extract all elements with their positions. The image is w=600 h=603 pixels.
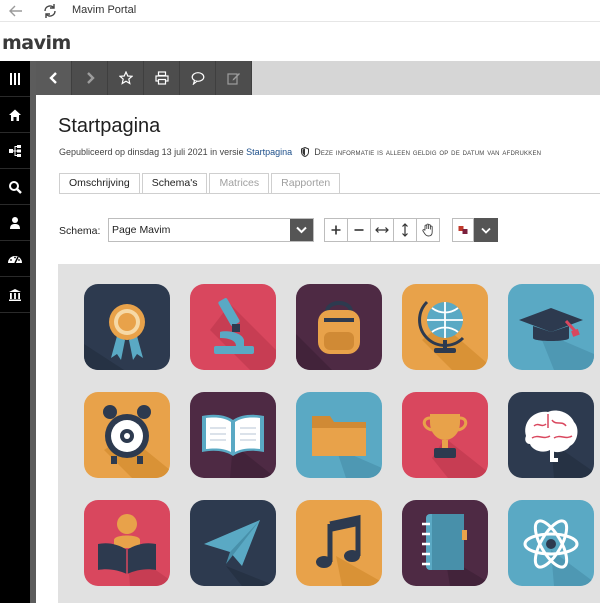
chevron-down-icon — [481, 227, 491, 234]
paper-plane-icon[interactable] — [190, 500, 276, 586]
trophy-icon[interactable] — [402, 392, 488, 478]
schema-label: Schema: — [59, 225, 101, 237]
tabs-divider — [59, 193, 600, 194]
window-title: Mavim Portal — [72, 4, 137, 16]
zoom-out-icon — [354, 229, 364, 231]
fit-height-button[interactable] — [393, 218, 417, 242]
music-note-icon[interactable] — [296, 500, 382, 586]
tab-schemas[interactable]: Schema's — [141, 173, 208, 194]
microscope-icon[interactable] — [190, 284, 276, 370]
edit-icon — [226, 73, 240, 85]
page-title: Startpagina — [58, 115, 161, 137]
version-link[interactable]: Startpagina — [246, 147, 292, 157]
color-picker-icon — [458, 226, 468, 234]
mavim-logo: mavim — [2, 32, 71, 54]
back-button[interactable] — [36, 61, 72, 95]
atom-icon[interactable] — [508, 500, 594, 586]
award-ribbon-icon[interactable] — [84, 284, 170, 370]
shield-icon — [300, 146, 309, 159]
tab-bar: Omschrijving Schema's Matrices Rapporten — [59, 173, 342, 194]
tab-rapporten[interactable]: Rapporten — [271, 173, 341, 194]
zoom-in-button[interactable] — [324, 218, 348, 242]
published-text: Gepubliceerd op dinsdag 13 juli 2021 in … — [59, 147, 244, 157]
refresh-icon[interactable] — [40, 1, 60, 21]
tab-omschrijving[interactable]: Omschrijving — [59, 173, 140, 194]
color-controls — [452, 218, 498, 242]
zoom-out-button[interactable] — [347, 218, 371, 242]
color-picker-button[interactable] — [452, 218, 474, 242]
schema-selected-value: Page Mavim — [112, 224, 171, 236]
menu-icon[interactable] — [0, 61, 30, 97]
publication-info: Gepubliceerd op dinsdag 13 juli 2021 in … — [59, 146, 542, 159]
globe-icon[interactable] — [402, 284, 488, 370]
alarm-clock-icon[interactable] — [84, 392, 170, 478]
comment-button[interactable] — [180, 61, 216, 95]
edit-button[interactable] — [216, 61, 252, 95]
main-content: Startpagina Gepubliceerd op dinsdag 13 j… — [36, 95, 600, 603]
zoom-controls — [324, 218, 440, 242]
institution-icon[interactable] — [0, 277, 30, 313]
zoom-in-icon — [331, 225, 341, 235]
browser-back-icon[interactable] — [6, 1, 26, 21]
back-icon — [48, 72, 57, 84]
backpack-icon[interactable] — [296, 284, 382, 370]
notebook-icon[interactable] — [402, 500, 488, 586]
open-book-icon[interactable] — [190, 392, 276, 478]
tab-matrices[interactable]: Matrices — [209, 173, 270, 194]
pan-button[interactable] — [416, 218, 440, 242]
fit-width-button[interactable] — [370, 218, 394, 242]
folder-icon[interactable] — [296, 392, 382, 478]
forward-icon — [86, 72, 95, 84]
dashboard-icon[interactable] — [0, 241, 30, 277]
print-button[interactable] — [144, 61, 180, 95]
print-icon — [154, 71, 169, 85]
chevron-down-icon — [296, 226, 307, 234]
graduation-cap-icon[interactable] — [508, 284, 594, 370]
star-icon — [118, 71, 133, 85]
brand-bar: mavim — [0, 23, 600, 61]
fit-height-icon — [402, 223, 408, 237]
schema-dropdown-button[interactable] — [290, 219, 313, 241]
validity-note: Deze informatie is alleen geldig op de d… — [314, 147, 542, 157]
toolbar-filler — [252, 61, 600, 95]
reader-icon[interactable] — [84, 500, 170, 586]
hierarchy-icon[interactable] — [0, 133, 30, 169]
pan-hand-icon — [422, 223, 433, 237]
home-icon[interactable] — [0, 97, 30, 133]
favorite-button[interactable] — [108, 61, 144, 95]
forward-button[interactable] — [72, 61, 108, 95]
left-navigation — [0, 61, 36, 603]
schema-diagram[interactable] — [58, 264, 600, 603]
user-icon[interactable] — [0, 205, 30, 241]
comment-icon — [191, 72, 204, 85]
schema-select[interactable]: Page Mavim — [108, 218, 314, 242]
fit-width-icon — [375, 227, 389, 233]
window-titlebar: Mavim Portal — [0, 0, 600, 22]
toolbar — [36, 61, 600, 95]
brain-icon[interactable] — [508, 392, 594, 478]
color-dropdown-button[interactable] — [474, 218, 498, 242]
search-icon[interactable] — [0, 169, 30, 205]
